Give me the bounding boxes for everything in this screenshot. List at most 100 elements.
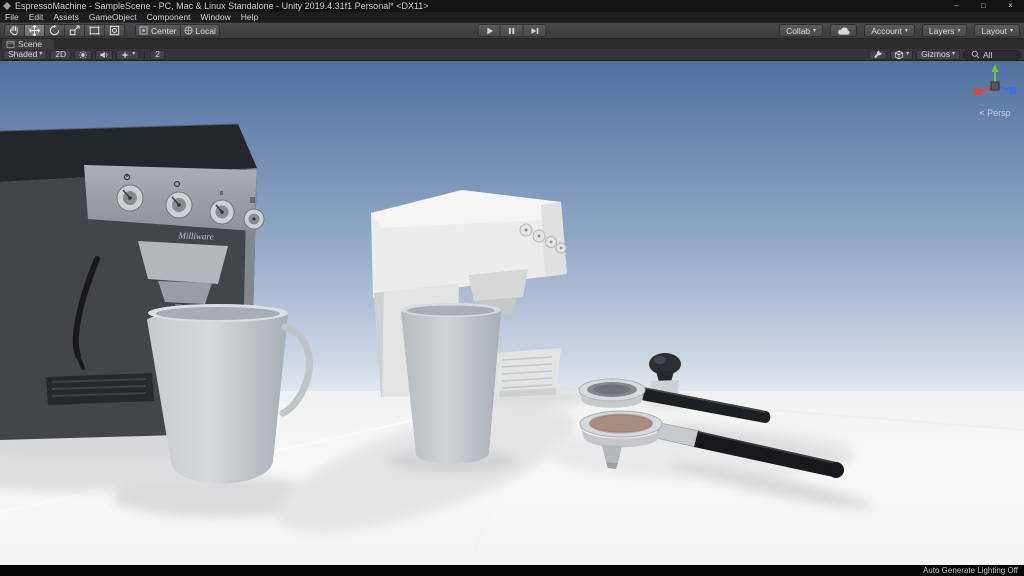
rect-tool-icon bbox=[89, 26, 100, 35]
toolbar-divider bbox=[144, 50, 146, 59]
menu-component[interactable]: Component bbox=[142, 12, 196, 22]
gizmo-3d-dropdown[interactable]: ▾ bbox=[890, 49, 914, 60]
account-dropdown[interactable]: Account ▾ bbox=[864, 24, 915, 37]
shading-mode-label: Shaded bbox=[8, 49, 38, 59]
space-toggle-button[interactable]: Local bbox=[180, 24, 220, 37]
lighting-toggle-button[interactable] bbox=[74, 49, 93, 60]
tools-button[interactable] bbox=[869, 49, 888, 60]
pause-icon bbox=[508, 27, 515, 34]
pivot-toggle-button[interactable]: Center bbox=[135, 24, 181, 37]
menu-gameobject[interactable]: GameObject bbox=[84, 12, 142, 22]
space-icon bbox=[184, 26, 193, 35]
chevron-down-icon: ▾ bbox=[904, 28, 908, 34]
scene-search-input[interactable]: All bbox=[963, 49, 1021, 60]
collab-label: Collab bbox=[786, 25, 811, 36]
status-bar: Auto Generate Lighting Off bbox=[0, 565, 1024, 576]
rect-tool-button[interactable] bbox=[85, 24, 105, 37]
2d-label: 2D bbox=[55, 49, 67, 59]
effects-dropdown-button[interactable]: ▾ bbox=[116, 49, 140, 60]
transform-tools bbox=[4, 24, 125, 37]
hand-tool-button[interactable] bbox=[4, 24, 25, 37]
menu-assets[interactable]: Assets bbox=[48, 12, 84, 22]
axis-x-handle[interactable] bbox=[974, 88, 981, 95]
maximize-button[interactable]: □ bbox=[970, 0, 997, 12]
space-label: Local bbox=[195, 25, 216, 36]
play-icon bbox=[486, 27, 493, 34]
menu-window[interactable]: Window bbox=[196, 12, 236, 22]
move-tool-icon bbox=[28, 24, 41, 37]
auto-generate-lighting-status[interactable]: Auto Generate Lighting Off bbox=[923, 566, 1018, 575]
gizmos-label: Gizmos bbox=[921, 49, 950, 59]
cube-icon bbox=[895, 50, 904, 59]
msaa-label: 2 bbox=[155, 49, 160, 59]
title-bar: EspressoMachine - SampleScene - PC, Mac … bbox=[0, 0, 1024, 12]
step-icon bbox=[531, 27, 539, 34]
chevron-down-icon: ▾ bbox=[39, 51, 43, 57]
cloud-icon bbox=[838, 27, 850, 35]
layers-dropdown[interactable]: Layers ▾ bbox=[921, 24, 968, 37]
chevron-down-icon: ▾ bbox=[957, 28, 961, 34]
toolbar-right-group: Collab ▾ Account ▾ Layers ▾ Layout ▾ bbox=[779, 24, 1020, 37]
tab-row: Scene bbox=[0, 39, 1024, 49]
scale-tool-button[interactable] bbox=[65, 24, 85, 37]
layout-dropdown[interactable]: Layout ▾ bbox=[974, 24, 1020, 37]
step-button[interactable] bbox=[523, 24, 547, 37]
close-button[interactable]: × bbox=[997, 0, 1024, 12]
rotate-tool-button[interactable] bbox=[45, 24, 65, 37]
menu-help[interactable]: Help bbox=[236, 12, 263, 22]
minimize-button[interactable]: – bbox=[943, 0, 970, 12]
transform-tool-button[interactable] bbox=[105, 24, 125, 37]
scene-render[interactable]: Milliware < Persp bbox=[0, 61, 1024, 565]
gizmos-dropdown[interactable]: Gizmos ▾ bbox=[916, 49, 960, 60]
machine-brand-text: Milliware bbox=[177, 230, 213, 241]
play-button[interactable] bbox=[477, 24, 501, 37]
group-head bbox=[138, 241, 228, 284]
layout-label: Layout bbox=[981, 25, 1007, 36]
wrench-icon bbox=[874, 50, 882, 58]
scene-viewport[interactable]: Milliware < Persp bbox=[0, 61, 1024, 565]
pivot-label: Center bbox=[151, 25, 177, 36]
lighting-icon bbox=[79, 50, 88, 59]
scene-tab-label: Scene bbox=[18, 39, 43, 49]
scene-view-toolbar: Shaded ▾ 2D ▾ 2 ▾ Gizmos ▾ All bbox=[0, 49, 1024, 61]
layers-label: Layers bbox=[928, 25, 955, 36]
cloud-services-button[interactable] bbox=[830, 24, 858, 37]
transform-tool-icon bbox=[109, 25, 120, 36]
shading-mode-dropdown[interactable]: Shaded ▾ bbox=[3, 49, 48, 60]
window-controls: – □ × bbox=[943, 0, 1024, 12]
pivot-space-toggles: Center Local bbox=[135, 24, 220, 37]
axis-z-handle[interactable] bbox=[1009, 87, 1016, 94]
scale-tool-icon bbox=[69, 25, 80, 36]
gizmo-center-cube[interactable] bbox=[990, 81, 1000, 91]
projection-label[interactable]: < Persp bbox=[979, 108, 1010, 118]
search-value: All bbox=[983, 49, 993, 60]
unity-editor-window: EspressoMachine - SampleScene - PC, Mac … bbox=[0, 0, 1024, 576]
account-label: Account bbox=[871, 25, 902, 36]
2d-toggle-button[interactable]: 2D bbox=[50, 49, 72, 60]
menu-edit[interactable]: Edit bbox=[24, 12, 49, 22]
collab-dropdown[interactable]: Collab ▾ bbox=[779, 24, 824, 37]
pause-button[interactable] bbox=[500, 24, 524, 37]
chevron-down-icon: ▾ bbox=[1009, 28, 1013, 34]
menu-file[interactable]: File bbox=[0, 12, 24, 22]
chevron-down-icon: ▾ bbox=[951, 51, 955, 57]
move-tool-button[interactable] bbox=[25, 24, 45, 37]
window-title: EspressoMachine - SampleScene - PC, Mac … bbox=[15, 1, 429, 11]
play-controls bbox=[477, 24, 547, 37]
audio-icon bbox=[100, 51, 108, 58]
audio-toggle-button[interactable] bbox=[95, 49, 114, 60]
main-toolbar: Center Local Collab ▾ Account ▾ Layers ▾… bbox=[0, 22, 1024, 39]
chevron-down-icon: ▾ bbox=[132, 51, 136, 57]
unity-logo-icon bbox=[3, 2, 11, 10]
search-icon bbox=[971, 50, 980, 59]
chevron-down-icon: ▾ bbox=[813, 28, 817, 34]
tab-scene[interactable]: Scene bbox=[2, 39, 55, 49]
milk-pitcher-small[interactable] bbox=[401, 303, 501, 465]
rotate-tool-icon bbox=[49, 24, 60, 36]
scene-tab-icon bbox=[6, 40, 15, 48]
chevron-down-icon: ▾ bbox=[906, 51, 910, 57]
effects-icon bbox=[121, 50, 130, 59]
menu-bar: File Edit Assets GameObject Component Wi… bbox=[0, 12, 1024, 22]
pivot-icon bbox=[139, 26, 148, 35]
msaa-button[interactable]: 2 bbox=[150, 49, 165, 60]
